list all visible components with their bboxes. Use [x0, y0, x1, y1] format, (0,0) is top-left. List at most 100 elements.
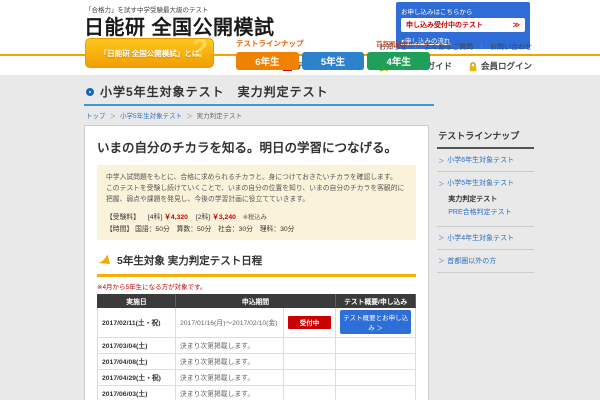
sidebar-link[interactable]: ＞小学5年生対象テスト [437, 178, 534, 188]
cell-action [336, 385, 416, 400]
double-chevron-right-icon: ≫ [513, 21, 520, 29]
page-title-row: 小学5年生対象テスト 実力判定テスト [84, 80, 434, 106]
site-logo[interactable]: 日能研 全国公開模試 [84, 11, 275, 40]
page-content: 小学5年生対象テスト 実力判定テスト トップ＞小学5年生対象テスト＞実力判定テス… [84, 75, 534, 400]
cell-status [284, 337, 336, 353]
sidebar-list: ＞小学6年生対象テスト＞小学5年生対象テスト実力判定テストPRE合格判定テスト＞… [437, 149, 534, 273]
time-value: 国語：50分 算数：50分 社会：30分 理科：30分 [135, 226, 294, 233]
page-title: 小学5年生対象テスト 実力判定テスト [100, 83, 329, 100]
cell-action [336, 353, 416, 369]
sidebar-link-label: 小学5年生対象テスト [447, 178, 514, 188]
intro-box: 中学入試問題をもとに、合格に求められるチカラと、身につけておきたいチカラを確認し… [97, 165, 416, 240]
utility-link[interactable]: お問い合わせ [490, 42, 532, 52]
breadcrumb-item: 実力判定テスト [197, 110, 243, 120]
swoosh-arrow-icon [97, 252, 111, 270]
signup-open-tests-button[interactable]: 申し込み受付中のテスト ≫ [401, 18, 525, 32]
schedule-note: ※4月から5年生になる方が対象です。 [97, 281, 416, 291]
apply-button[interactable]: テスト概要とお申し込み ＞ [340, 310, 411, 334]
cell-status [284, 353, 336, 369]
lock-icon [468, 61, 478, 72]
cell-date: 2017/02/11(土・祝) [98, 307, 176, 337]
status-badge: 受付中 [288, 316, 331, 329]
cell-period: 2017/01/16(月)～2017/02/10(金) [176, 307, 284, 337]
cell-date: 2017/03/04(土) [98, 337, 176, 353]
breadcrumb-separator: ＞ [110, 110, 117, 120]
cell-period: 決まり次第掲載します。 [176, 337, 284, 353]
fee-line: 【受験料】 [4科] ￥4,320 [2科] ￥3,240 ※税込み [106, 211, 407, 221]
lineup-label: テストラインナップ [236, 38, 304, 49]
headline: いまの自分のチカラを知る。明日の学習につなげる。 [97, 137, 416, 156]
cell-date: 2017/04/08(土) [98, 353, 176, 369]
schedule-section-header: 5年生対象 実力判定テスト日程 [97, 252, 416, 277]
sidebar-item: ＞小学5年生対象テスト実力判定テストPRE合格判定テスト [437, 172, 534, 227]
cell-status [284, 369, 336, 385]
circle-bullet-icon [86, 88, 94, 96]
fee-label: 【受験料】 [106, 214, 140, 221]
fee-subjects-2: [2科] [196, 214, 210, 221]
breadcrumb-separator: ＞ [186, 110, 193, 120]
sidebar-item: ＞首都圏以外の方 [437, 250, 534, 273]
sidebar-subitem-link[interactable]: PRE合格判定テスト [448, 206, 534, 219]
breadcrumb-item[interactable]: トップ [86, 110, 106, 120]
fee-subjects-4: [4科] [148, 214, 162, 221]
signup-caption: お申し込みはこちらから [401, 6, 525, 16]
grade-tab-6年生[interactable]: 6年生 [236, 52, 299, 70]
fee-price-4: ￥4,320 [164, 214, 188, 221]
lineup-head: テストラインナップ 首都圏以外の方 ≫ [236, 38, 430, 49]
about-test-button[interactable]: 「日能研 全国公開模試」とは ? [85, 38, 214, 68]
cell-date: 2017/04/29(土・祝) [98, 369, 176, 385]
main-panel: いまの自分のチカラを知る。明日の学習につなげる。 中学入試問題をもとに、合格に求… [84, 125, 429, 400]
columns: いまの自分のチカラを知る。明日の学習につなげる。 中学入試問題をもとに、合格に求… [84, 125, 534, 400]
cell-action [336, 369, 416, 385]
cell-date: 2017/06/03(土) [98, 385, 176, 400]
cell-period: 決まり次第掲載します。 [176, 385, 284, 400]
grade-tabs: 6年生5年生4年生 [236, 52, 430, 70]
sidebar-item: ＞小学4年生対象テスト [437, 227, 534, 250]
chevron-right-icon: ＞ [438, 156, 444, 165]
sidebar-item: ＞小学6年生対象テスト [437, 149, 534, 172]
table-row: 2017/04/08(土)決まり次第掲載します。 [98, 353, 416, 369]
intro-description: 中学入試問題をもとに、合格に求められるチカラと、身につけておきたいチカラを確認し… [106, 172, 407, 206]
signup-button-label: 申し込み受付中のテスト [406, 20, 483, 30]
sidebar-subitem-current: 実力判定テスト [448, 193, 534, 206]
table-row: 2017/06/03(土)決まり次第掲載します。 [98, 385, 416, 400]
column-header: テスト概要/申し込み [336, 294, 416, 307]
time-label: 【時間】 [106, 226, 133, 233]
table-row: 2017/04/29(土・祝)決まり次第掲載します。 [98, 369, 416, 385]
grade-tab-4年生[interactable]: 4年生 [367, 52, 430, 70]
column-header: 申込期間 [176, 294, 336, 307]
schedule-body: 2017/02/11(土・祝)2017/01/16(月)～2017/02/10(… [98, 307, 416, 400]
column-header: 実施日 [98, 294, 176, 307]
about-button-label: 「日能研 全国公開模試」とは [100, 48, 200, 59]
sidebar-link-label: 小学6年生対象テスト [447, 155, 514, 165]
outside-metro-link[interactable]: 首都圏以外の方 ≫ [376, 38, 430, 48]
test-lineup: テストラインナップ 首都圏以外の方 ≫ 6年生5年生4年生 [236, 38, 430, 70]
breadcrumb: トップ＞小学5年生対象テスト＞実力判定テスト [86, 110, 534, 120]
utility-link[interactable]: よくあるご質問 [424, 42, 473, 52]
nav-item-member-login[interactable]: 会員ログイン [468, 60, 532, 72]
grade-tab-5年生[interactable]: 5年生 [302, 52, 365, 70]
cell-period: 決まり次第掲載します。 [176, 369, 284, 385]
chevron-right-icon: ＞ [438, 179, 444, 188]
schedule-header-row: 実施日申込期間テスト概要/申し込み [98, 294, 416, 307]
cell-action: テスト概要とお申し込み ＞ [336, 307, 416, 337]
chevron-right-icon: ＞ [438, 233, 444, 242]
cell-period: 決まり次第掲載します。 [176, 353, 284, 369]
cell-action [336, 337, 416, 353]
site-header: 「合格力」を試す中学受験最大級のテスト 日能研 全国公開模試 お申し込みはこちら… [0, 0, 600, 75]
fee-price-2: ￥3,240 [212, 214, 236, 221]
sidebar: テストラインナップ ＞小学6年生対象テスト＞小学5年生対象テスト実力判定テストP… [437, 125, 534, 273]
table-row: 2017/02/11(土・祝)2017/01/16(月)～2017/02/10(… [98, 307, 416, 337]
fee-tax-note: ※税込み [243, 214, 267, 221]
chevron-right-icon: ＞ [438, 256, 444, 265]
nav-label: 会員ログイン [481, 60, 532, 72]
sidebar-link[interactable]: ＞小学4年生対象テスト [437, 233, 534, 243]
cell-status: 受付中 [284, 307, 336, 337]
cell-status [284, 385, 336, 400]
sidebar-link[interactable]: ＞首都圏以外の方 [437, 256, 534, 266]
sidebar-link-label: 首都圏以外の方 [447, 256, 496, 266]
breadcrumb-item[interactable]: 小学5年生対象テスト [120, 110, 182, 120]
time-line: 【時間】 国語：50分 算数：50分 社会：30分 理科：30分 [106, 223, 407, 233]
sidebar-link-label: 小学4年生対象テスト [447, 233, 514, 243]
sidebar-link[interactable]: ＞小学6年生対象テスト [437, 155, 534, 165]
